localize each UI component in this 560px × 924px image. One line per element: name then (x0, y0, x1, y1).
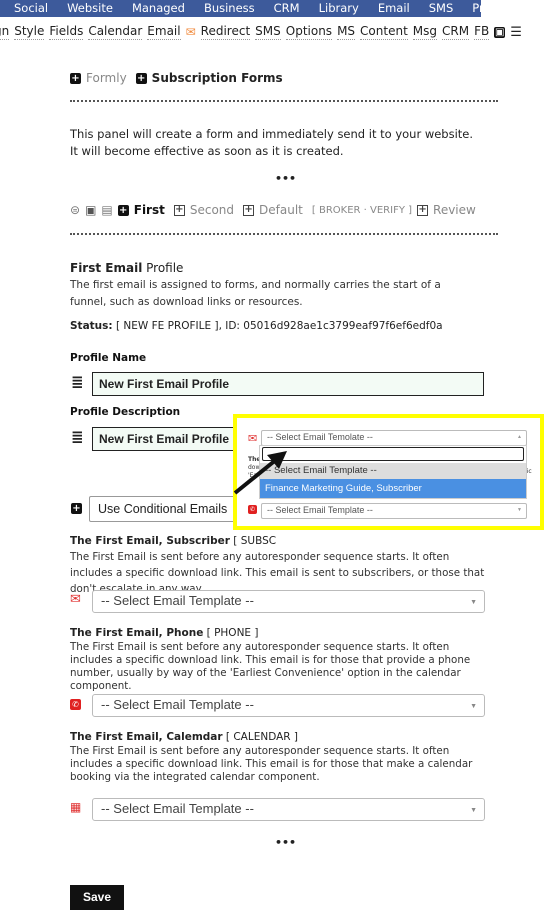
section-phone-title: The First Email, Phone [ PHONE ] (70, 627, 259, 639)
select-value: -- Select Email Template -- (267, 505, 373, 515)
nav-property[interactable]: Property (472, 1, 481, 16)
nav-social[interactable]: Social (14, 1, 48, 16)
section-tag: [ SUBSC (229, 535, 277, 547)
more-ellipsis[interactable]: ••• (275, 836, 296, 849)
tab-tag: [ BROKER · VERIFY ] (311, 204, 413, 216)
subnav-fb[interactable]: FB (474, 24, 490, 40)
profile-title: First Email Profile (70, 261, 183, 275)
plus-icon: + (117, 204, 129, 216)
caret-down-icon: ▼ (470, 807, 477, 814)
subnav-style[interactable]: Style (14, 24, 45, 40)
divider (70, 233, 498, 235)
plus-box-icon: + (243, 203, 255, 216)
status-label: Status: (70, 320, 113, 332)
select-value: -- Select Email Template -- (101, 697, 254, 712)
pointer-arrow-icon (233, 451, 287, 495)
phone-template-select-zoomed[interactable]: -- Select Email Template -- ▼ (261, 503, 527, 519)
drag-handle-icon[interactable]: ≣ (71, 373, 84, 391)
nav-crm[interactable]: CRM (274, 1, 300, 16)
phone-template-select[interactable]: -- Select Email Template -- ▼ (92, 694, 485, 717)
robot-icon[interactable]: ⊜ (70, 203, 80, 217)
plus-box-icon: + (417, 203, 429, 216)
nav-managed[interactable]: Managed (132, 1, 185, 16)
drag-handle-icon[interactable]: ≣ (71, 428, 84, 446)
more-ellipsis[interactable]: ••• (275, 172, 296, 185)
status-value: [ NEW FE PROFILE ], ID: 05016d928ae1c379… (112, 320, 443, 332)
save-button[interactable]: Save (70, 885, 124, 910)
dropdown-option[interactable]: -- Select Email Template -- (260, 463, 526, 479)
envelope-icon: ✉ (70, 592, 81, 607)
divider (70, 100, 498, 102)
section-title: The First Email, Subscriber (70, 535, 230, 547)
profile-description: The first email is assigned to forms, an… (70, 279, 441, 308)
subnav-design[interactable]: gn (0, 24, 10, 40)
nav-library[interactable]: Library (319, 1, 359, 16)
phone-icon: ✆ (248, 505, 257, 514)
section-title: The First Email, Phone (70, 627, 204, 639)
nav-email[interactable]: Email (378, 1, 410, 16)
subnav-sms[interactable]: SMS (255, 24, 281, 40)
dropdown-option-highlighted[interactable]: Finance Marketing Guide, Subscriber (260, 479, 526, 498)
caret-up-icon: ▲ (517, 434, 522, 440)
breadcrumb-formly[interactable]: Formly (86, 71, 127, 85)
caret-down-icon: ▼ (470, 703, 477, 710)
status-line: Status: [ NEW FE PROFILE ], ID: 05016d92… (70, 320, 443, 332)
nav-website[interactable]: Website (67, 1, 113, 16)
nav-business[interactable]: Business (204, 1, 255, 16)
calendar-icon[interactable]: ▤ (101, 203, 112, 217)
section-phone-text: The First Email is sent before any autor… (70, 641, 471, 692)
caret-down-icon: ▼ (517, 507, 522, 513)
subnav-email[interactable]: Email (147, 24, 181, 40)
calendar-icon: ▦ (70, 800, 82, 814)
tab-review[interactable]: Review (433, 203, 476, 217)
plus-icon[interactable]: + (71, 503, 82, 514)
subnav-content[interactable]: Content (360, 24, 408, 40)
profile-title-bold: First Email (70, 261, 143, 275)
camera-icon[interactable]: ▣ (494, 26, 506, 38)
select-value: -- Select Email Template -- (101, 593, 254, 608)
profile-name-input[interactable]: New First Email Profile (92, 372, 484, 396)
tabs: ⊜ ▣ ▤ + First + Second + Default [ BROKE… (70, 203, 476, 217)
profile-title-rest: Profile (142, 261, 184, 275)
tab-first[interactable]: First (134, 203, 165, 217)
subnav-options[interactable]: Options (285, 24, 333, 40)
subnav-fields[interactable]: Fields (49, 24, 84, 40)
phone-icon[interactable]: ▣ (85, 203, 96, 217)
list-icon[interactable]: ☰ (510, 25, 522, 40)
section-calendar-title: The First Email, Calemdar [ CALENDAR ] (70, 731, 298, 743)
profile-name-label: Profile Name (70, 352, 147, 364)
select-value: -- Select Email Template -- (101, 801, 254, 816)
section-tag: [ CALENDAR ] (222, 731, 299, 743)
profile-description-label: Profile Description (70, 406, 181, 418)
section-tag: [ PHONE ] (203, 627, 259, 639)
subnav-ms[interactable]: MS (337, 24, 356, 40)
plus-icon: + (70, 72, 81, 84)
plus-box-icon: + (173, 203, 185, 216)
calendar-template-select[interactable]: -- Select Email Template -- ▼ (92, 798, 485, 821)
tab-second[interactable]: Second (190, 203, 234, 217)
sub-nav: gn Style Fields Calendar Email ✉ Redirec… (0, 24, 522, 40)
section-title: The First Email, Calemdar (70, 731, 223, 743)
envelope-icon[interactable]: ✉ (186, 25, 196, 39)
subnav-crm[interactable]: CRM (442, 24, 470, 40)
dropdown-list: -- Select Email Template -- Finance Mark… (259, 445, 527, 499)
subnav-redirect[interactable]: Redirect (200, 24, 251, 40)
plus-icon: + (135, 72, 147, 84)
subnav-msg[interactable]: Msg (412, 24, 438, 40)
intro-text: This panel will create a form and immedi… (70, 127, 474, 158)
nav-sms[interactable]: SMS (429, 1, 454, 16)
section-subscriber-title: The First Email, Subscriber [ SUBSC (70, 535, 276, 547)
caret-down-icon: ▼ (470, 599, 477, 606)
section-calendar-text: The First Email is sent before any autor… (70, 745, 473, 783)
top-nav: Social Website Managed Business CRM Libr… (0, 0, 481, 17)
phone-icon: ✆ (70, 699, 81, 710)
tab-default[interactable]: Default (259, 203, 303, 217)
breadcrumb: + Formly + Subscription Forms (70, 71, 283, 85)
subscriber-template-select[interactable]: -- Select Email Template -- ▼ (92, 590, 485, 613)
template-select-open[interactable]: -- Select Email Temolate -- ▲ (261, 430, 527, 446)
dropdown-search-input[interactable] (262, 447, 524, 461)
select-value: -- Select Email Temolate -- (267, 432, 373, 442)
breadcrumb-current: Subscription Forms (151, 71, 283, 85)
subnav-calendar[interactable]: Calendar (88, 24, 143, 40)
